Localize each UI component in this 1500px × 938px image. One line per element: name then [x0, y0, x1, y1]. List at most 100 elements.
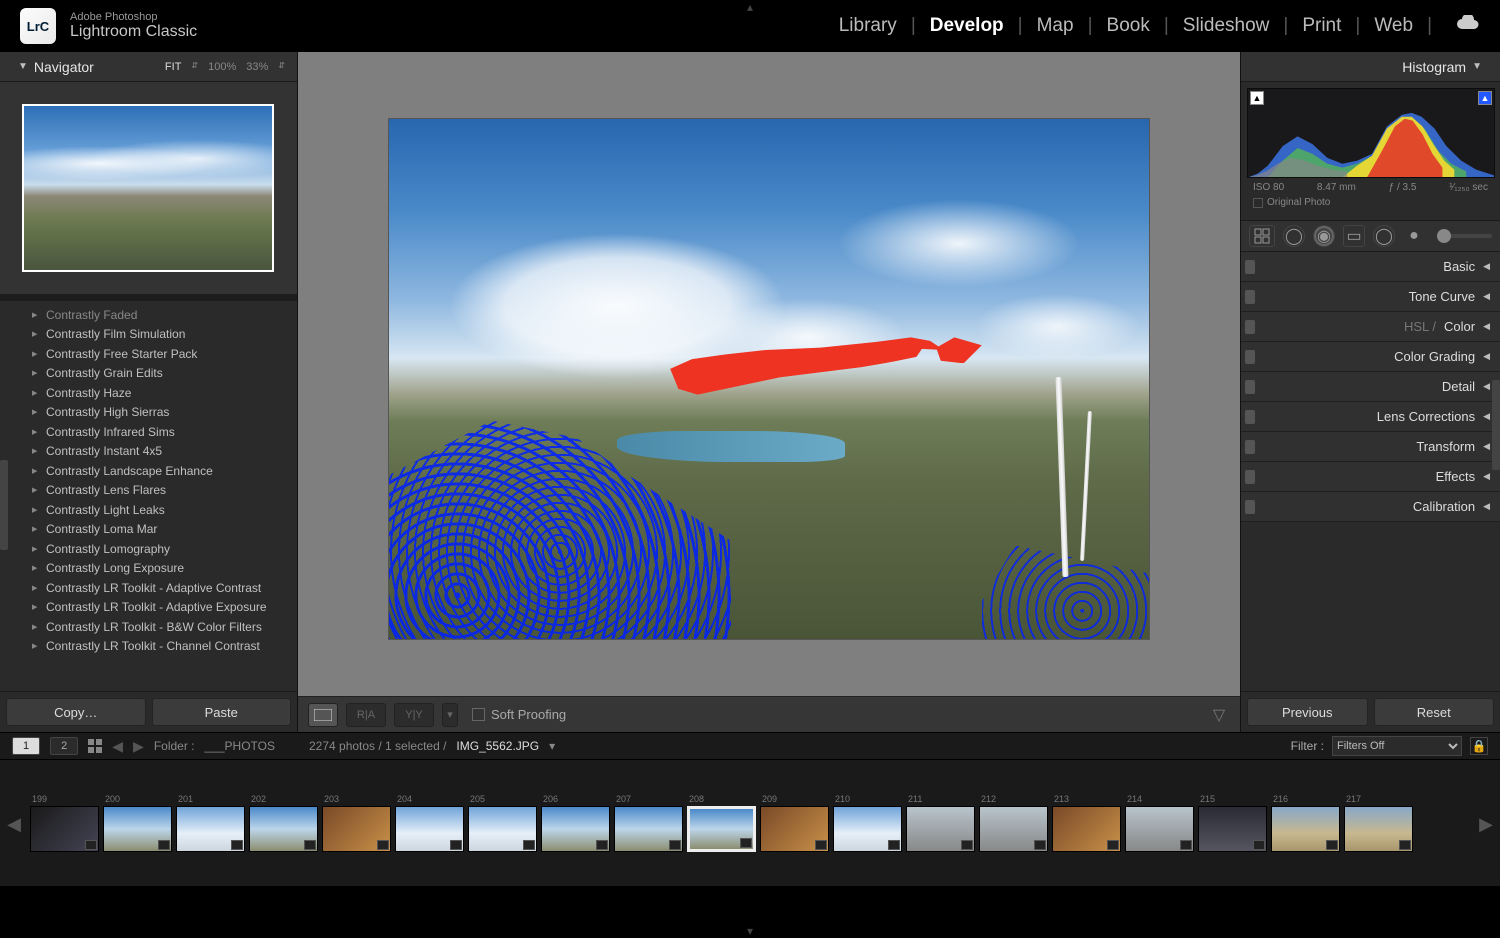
zoom-33[interactable]: 33%: [246, 61, 268, 73]
monitor-2-tab[interactable]: 2: [50, 737, 78, 755]
compare-dropdown[interactable]: ▾: [442, 703, 458, 727]
thumb-image[interactable]: [760, 806, 829, 852]
thumb-image[interactable]: [1271, 806, 1340, 852]
preset-folder[interactable]: Contrastly High Sierras: [0, 403, 297, 423]
preset-folder[interactable]: Contrastly LR Toolkit - B&W Color Filter…: [0, 617, 297, 637]
adjustment-brush-tool[interactable]: ●: [1403, 225, 1425, 247]
filmstrip-scroll-left[interactable]: ◀: [4, 810, 24, 838]
thumb-image[interactable]: [906, 806, 975, 852]
filter-select[interactable]: Filters Off: [1332, 736, 1462, 756]
panel-switch[interactable]: [1245, 320, 1255, 334]
thumb-image[interactable]: [103, 806, 172, 852]
filmstrip-thumb[interactable]: 206: [541, 794, 610, 852]
filmstrip-thumb[interactable]: 210: [833, 794, 902, 852]
left-panel-grip[interactable]: [0, 460, 8, 550]
thumb-image[interactable]: [249, 806, 318, 852]
panel-calibration[interactable]: Calibration◀: [1241, 492, 1500, 522]
navigator-header[interactable]: ▼ Navigator FIT⇵ 100% 33%⇵: [0, 52, 297, 82]
navigator-zoom[interactable]: FIT⇵ 100% 33%⇵: [165, 61, 285, 73]
thumb-image[interactable]: [687, 806, 756, 852]
filmstrip-thumb[interactable]: 199: [30, 794, 99, 852]
preset-list[interactable]: Contrastly FadedContrastly Film Simulati…: [0, 294, 297, 691]
panel-switch[interactable]: [1245, 410, 1255, 424]
filmstrip-thumb[interactable]: 212: [979, 794, 1048, 852]
panel-switch[interactable]: [1245, 440, 1255, 454]
filmstrip-thumb[interactable]: 211: [906, 794, 975, 852]
filmstrip-thumb[interactable]: 216: [1271, 794, 1340, 852]
preset-folder[interactable]: Contrastly Long Exposure: [0, 559, 297, 579]
preset-folder[interactable]: Contrastly Film Simulation: [0, 325, 297, 345]
preset-folder[interactable]: Contrastly Instant 4x5: [0, 442, 297, 462]
panel-basic[interactable]: Basic◀: [1241, 252, 1500, 282]
crop-tool[interactable]: [1249, 225, 1275, 247]
filmstrip-scroll-right[interactable]: ▶: [1476, 810, 1496, 838]
filmstrip-thumb[interactable]: 202: [249, 794, 318, 852]
red-eye-tool[interactable]: ◉: [1313, 225, 1335, 247]
thumb-image[interactable]: [979, 806, 1048, 852]
thumb-image[interactable]: [1198, 806, 1267, 852]
preset-folder[interactable]: Contrastly Grain Edits: [0, 364, 297, 384]
panel-switch[interactable]: [1245, 350, 1255, 364]
soft-proofing-checkbox[interactable]: [472, 708, 485, 721]
filmstrip-thumb[interactable]: 208: [687, 794, 756, 852]
bottom-panel-toggle[interactable]: ▾: [747, 924, 753, 938]
panel-detail[interactable]: Detail◀: [1241, 372, 1500, 402]
photo-canvas[interactable]: [389, 119, 1149, 639]
thumb-image[interactable]: [541, 806, 610, 852]
nav-back-icon[interactable]: ◀: [112, 738, 123, 755]
module-map[interactable]: Map: [1037, 15, 1074, 37]
preset-folder[interactable]: Contrastly Light Leaks: [0, 500, 297, 520]
preset-folder[interactable]: Contrastly LR Toolkit - Adaptive Contras…: [0, 578, 297, 598]
filmstrip-thumb[interactable]: 205: [468, 794, 537, 852]
navigator-preview[interactable]: [0, 82, 297, 294]
panel-tone-curve[interactable]: Tone Curve◀: [1241, 282, 1500, 312]
filename-dropdown-icon[interactable]: ▾: [549, 739, 555, 753]
copy-button[interactable]: Copy…: [6, 698, 146, 726]
reset-button[interactable]: Reset: [1374, 698, 1495, 726]
toolbar-options-dropdown[interactable]: ▽: [1208, 704, 1230, 726]
module-web[interactable]: Web: [1374, 15, 1413, 37]
panel-switch[interactable]: [1245, 380, 1255, 394]
filmstrip-thumb[interactable]: 217: [1344, 794, 1413, 852]
filmstrip-thumb[interactable]: 204: [395, 794, 464, 852]
thumb-image[interactable]: [468, 806, 537, 852]
spot-removal-tool[interactable]: ◯: [1283, 225, 1305, 247]
paste-button[interactable]: Paste: [152, 698, 292, 726]
preset-folder[interactable]: Contrastly Loma Mar: [0, 520, 297, 540]
preset-folder[interactable]: Contrastly Faded: [0, 305, 297, 325]
filmstrip-thumb[interactable]: 201: [176, 794, 245, 852]
module-slideshow[interactable]: Slideshow: [1183, 15, 1270, 37]
zoom-100[interactable]: 100%: [208, 61, 236, 73]
zoom-fit[interactable]: FIT: [165, 61, 182, 73]
compare-button[interactable]: Y|Y: [394, 703, 434, 727]
preset-folder[interactable]: Contrastly Infrared Sims: [0, 422, 297, 442]
thumb-image[interactable]: [322, 806, 391, 852]
module-develop[interactable]: Develop: [930, 15, 1004, 37]
filmstrip-thumb[interactable]: 203: [322, 794, 391, 852]
panel-lens-corrections[interactable]: Lens Corrections◀: [1241, 402, 1500, 432]
folder-name[interactable]: ___PHOTOS: [205, 739, 275, 753]
brush-size-slider[interactable]: [1437, 234, 1492, 238]
preset-folder[interactable]: Contrastly Lomography: [0, 539, 297, 559]
filmstrip-thumb[interactable]: 209: [760, 794, 829, 852]
preset-folder[interactable]: Contrastly LR Toolkit - Channel Contrast: [0, 637, 297, 657]
module-print[interactable]: Print: [1302, 15, 1341, 37]
grid-view-icon[interactable]: [88, 739, 102, 753]
panel-color-grading[interactable]: Color Grading◀: [1241, 342, 1500, 372]
filmstrip-thumb[interactable]: 215: [1198, 794, 1267, 852]
filmstrip-thumb[interactable]: 214: [1125, 794, 1194, 852]
preset-folder[interactable]: Contrastly Landscape Enhance: [0, 461, 297, 481]
panel-switch[interactable]: [1245, 470, 1255, 484]
histogram[interactable]: ▲ ▲: [1247, 88, 1495, 178]
preset-folder[interactable]: Contrastly Lens Flares: [0, 481, 297, 501]
right-panel-grip[interactable]: [1492, 380, 1500, 470]
panel-effects[interactable]: Effects◀: [1241, 462, 1500, 492]
thumb-image[interactable]: [395, 806, 464, 852]
graduated-filter-tool[interactable]: ▭: [1343, 225, 1365, 247]
thumb-image[interactable]: [176, 806, 245, 852]
original-photo-checkbox[interactable]: [1253, 198, 1263, 208]
panel-switch[interactable]: [1245, 500, 1255, 514]
thumb-image[interactable]: [30, 806, 99, 852]
shadow-clipping-toggle[interactable]: ▲: [1250, 91, 1264, 105]
panel-switch[interactable]: [1245, 260, 1255, 274]
